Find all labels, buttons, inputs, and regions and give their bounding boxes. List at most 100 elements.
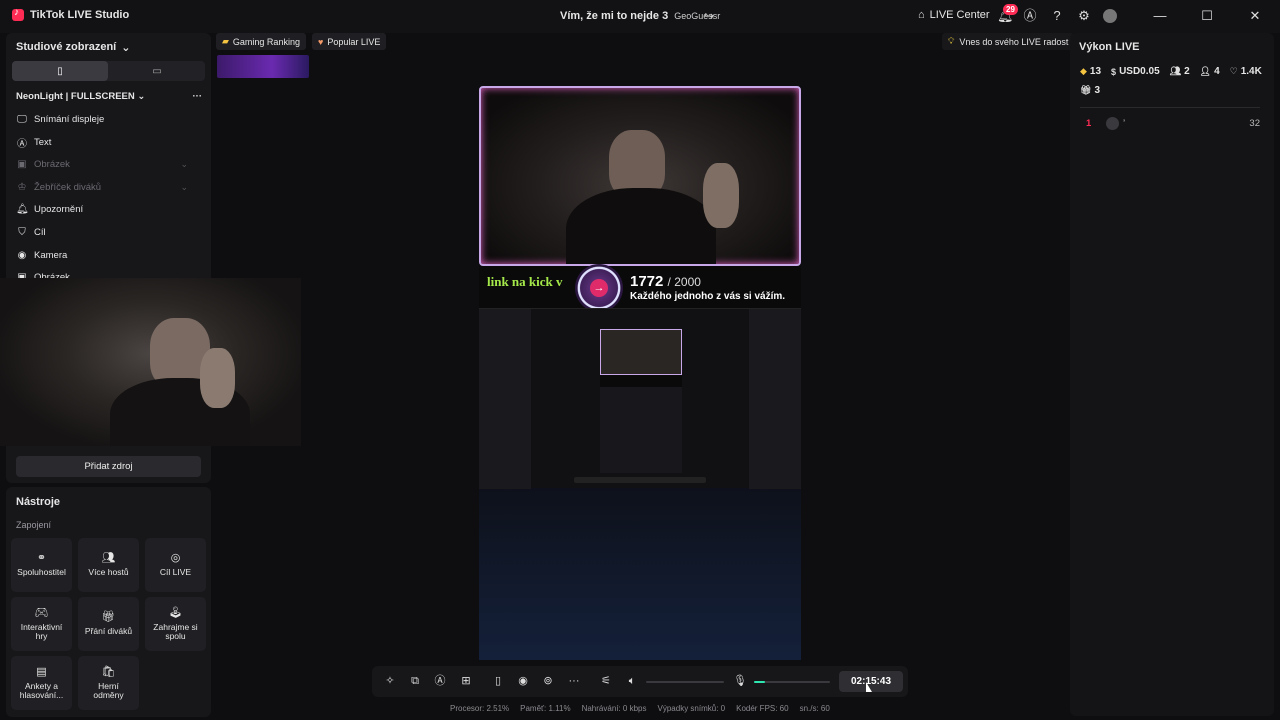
- help-icon[interactable]: ?: [1050, 9, 1064, 23]
- gamepad-icon: 🎮︎: [34, 606, 49, 619]
- stat-diamonds[interactable]: ◆ 13: [1080, 66, 1101, 77]
- gear-icon[interactable]: ⚙: [1077, 9, 1091, 23]
- nested-left-panel: [479, 309, 531, 489]
- scene-selector[interactable]: NeonLight | FULLSCREEN ⌄ ···: [16, 91, 202, 102]
- tool-polls[interactable]: ▤ Ankety a hlasování...: [11, 656, 72, 710]
- tip-text: Vnes do svého LIVE radost: [959, 36, 1069, 47]
- tool-label: Cíl LIVE: [159, 567, 192, 578]
- source-label: Text: [34, 136, 52, 148]
- rank-name: ’: [1123, 117, 1126, 129]
- joystick-icon: 🕹︎: [168, 606, 183, 619]
- minimize-icon[interactable]: —: [1152, 8, 1168, 23]
- lightbulb-icon: 💡︎: [948, 36, 955, 46]
- microphone-slider[interactable]: [754, 681, 830, 683]
- portrait-toggle[interactable]: ▯: [12, 61, 108, 81]
- status-cpu: Procesor: 2.51%: [450, 704, 510, 713]
- maximize-icon[interactable]: ☐: [1199, 8, 1215, 24]
- event-banner[interactable]: [217, 55, 309, 78]
- image-icon: ▣: [17, 158, 27, 170]
- notification-badge: 29: [1003, 4, 1018, 15]
- ai-icon[interactable]: Ⓐ: [1023, 9, 1037, 23]
- source-item-alerts[interactable]: 🔔︎ Upozornění: [16, 199, 202, 219]
- mixer-icon[interactable]: ⚟: [599, 674, 613, 688]
- microphone-icon[interactable]: 🎙︎: [733, 674, 747, 688]
- tool-game-rewards[interactable]: 🛍︎ Herní odměny: [78, 656, 139, 710]
- record-icon[interactable]: ◉: [516, 674, 530, 688]
- screenshot-icon[interactable]: ⊚: [541, 674, 555, 688]
- nested-screen-capture: [479, 308, 801, 489]
- status-memory: Paměť: 1.11%: [520, 704, 571, 713]
- more-icon[interactable]: ···: [193, 91, 203, 102]
- more-icon[interactable]: ···: [567, 674, 581, 688]
- stat-usd[interactable]: $ USD0.05: [1111, 66, 1160, 77]
- stream-title[interactable]: Vím, že mi to nejde 3 GeoGuessr: [560, 10, 720, 22]
- transition-icon[interactable]: ⧉: [408, 674, 422, 688]
- tool-live-goal[interactable]: ◎ Cíl LIVE: [145, 538, 206, 592]
- ranking-row[interactable]: 1 ’ 32: [1080, 115, 1260, 131]
- avatar[interactable]: [1103, 9, 1117, 23]
- tiktok-logo-icon: [12, 7, 24, 21]
- source-label: Obrázek: [34, 158, 70, 170]
- chevron-down-icon[interactable]: ⌄: [180, 159, 188, 170]
- poll-icon: ▤: [36, 665, 47, 678]
- tool-interactive-games[interactable]: 🎮︎ Interaktivní hry: [11, 597, 72, 651]
- stat-value: 3: [1094, 85, 1100, 96]
- ai-icon[interactable]: Ⓐ: [433, 674, 447, 688]
- scene-name: NeonLight | FULLSCREEN: [16, 91, 135, 102]
- volume-slider[interactable]: [646, 681, 724, 683]
- trophy-icon: ▰: [222, 36, 229, 46]
- source-item-camera[interactable]: ◉ Kamera: [16, 245, 202, 265]
- phone-portrait-icon[interactable]: ▯: [491, 674, 505, 688]
- tool-cohost[interactable]: ⚭ Spoluhostitel: [11, 538, 72, 592]
- close-icon[interactable]: ✕: [1247, 8, 1263, 24]
- source-item-viewer-ranking[interactable]: ♔ Žebříček diváků ⌄: [16, 177, 202, 197]
- camera-icon: ◉: [17, 249, 27, 261]
- studio-view-dropdown[interactable]: Studiové zobrazení ⌄: [16, 41, 130, 54]
- chevron-down-icon: ⌄: [121, 42, 131, 54]
- source-item-text[interactable]: Ⓐ Text: [16, 132, 202, 152]
- status-dropped: Výpadky snímků: 0: [657, 704, 726, 713]
- add-source-icon[interactable]: ⊞: [459, 674, 473, 688]
- tag-gaming-ranking[interactable]: ▰ Gaming Ranking: [216, 33, 306, 50]
- magic-wand-icon[interactable]: ✧: [383, 674, 397, 688]
- tools-title: Nástroje: [16, 496, 61, 508]
- landscape-toggle[interactable]: ▭: [109, 61, 205, 81]
- dollar-icon: $: [1111, 66, 1117, 77]
- goal-count: 1772 / 2000: [630, 273, 701, 290]
- source-label: Snímání displeje: [34, 113, 105, 125]
- stat-gifts[interactable]: 🎁︎ 3: [1080, 85, 1100, 96]
- stat-value: 2: [1184, 66, 1190, 77]
- tool-multi-guest[interactable]: 👥︎ Více hostů: [78, 538, 139, 592]
- live-tags: ▰ Gaming Ranking ♥ Popular LIVE: [216, 33, 387, 50]
- live-performance-title: Výkon LIVE: [1079, 41, 1140, 53]
- source-item-display-capture[interactable]: 🖵︎ Snímání displeje: [16, 109, 202, 129]
- source-label: Upozornění: [34, 203, 84, 215]
- tag-popular-live[interactable]: ♥ Popular LIVE: [311, 33, 387, 50]
- source-label: Kamera: [34, 249, 68, 261]
- speaker-icon[interactable]: 🔈︎: [625, 674, 639, 688]
- source-item-image[interactable]: ▣ Obrázek ⌄: [16, 154, 202, 174]
- preview-person-body: [566, 188, 716, 264]
- follower-icon: 👤︎: [1199, 66, 1212, 76]
- diamond-icon: ◆: [1080, 66, 1087, 76]
- tool-play-together[interactable]: 🕹︎ Zahrajme si spolu: [145, 597, 206, 651]
- live-tip[interactable]: 💡︎ Vnes do svého LIVE radost: [942, 33, 1075, 50]
- add-source-button[interactable]: Přidat zdroj: [16, 456, 201, 477]
- stat-likes[interactable]: ♡ 1.4K: [1230, 66, 1262, 77]
- tool-viewer-wishes[interactable]: 🎁︎ Přání diváků: [78, 597, 139, 651]
- goal-icon: ⛉: [18, 226, 26, 238]
- rank-score: 32: [1249, 117, 1260, 129]
- share-icon[interactable]: ↪: [704, 9, 718, 23]
- chevron-down-icon[interactable]: ⌄: [180, 182, 188, 193]
- stat-viewers[interactable]: 👥︎ 2: [1170, 66, 1190, 77]
- live-center-button[interactable]: ⌂ LIVE Center: [918, 9, 990, 21]
- stream-preview[interactable]: link na kick v → 1772 / 2000 Každého jed…: [479, 86, 801, 660]
- nested-control-bar: [574, 477, 706, 483]
- mouse-cursor: [866, 682, 872, 692]
- link-icon: ⚭: [36, 552, 47, 565]
- control-bar: ✧ ⧉ Ⓐ ⊞ ▯ ◉ ⊚ ··· ⚟ 🔈︎ 🎙︎ 02:15:43: [372, 666, 908, 697]
- live-performance-panel: Výkon LIVE ◆ 13 $ USD0.05 👥︎ 2 👤︎ 4 ♡ 1.…: [1070, 33, 1274, 716]
- stat-followers[interactable]: 👤︎ 4: [1200, 66, 1220, 77]
- live-stats: ◆ 13 $ USD0.05 👥︎ 2 👤︎ 4 ♡ 1.4K 🎁︎ 3: [1080, 66, 1270, 96]
- source-item-goal[interactable]: ⛉ Cíl: [16, 222, 202, 242]
